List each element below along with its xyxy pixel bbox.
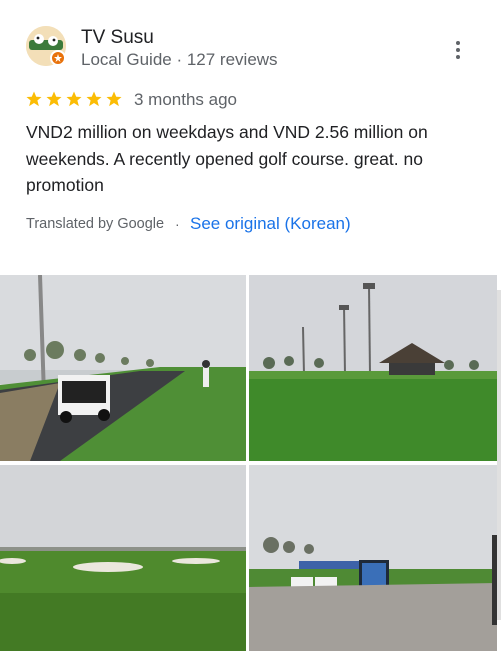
scrollbar[interactable] [497,290,501,620]
more-options-icon[interactable] [448,36,468,64]
review-date: 3 months ago [134,90,238,109]
review-text: VND2 million on weekdays and VND 2.56 mi… [26,122,428,195]
review-card: TV Susu Local Guide · 127 reviews 3 mont… [0,0,501,672]
photo-grid [0,275,501,672]
review-photo-3[interactable] [0,465,246,651]
reviewer-name[interactable]: TV Susu [81,27,154,49]
review-photo-2[interactable] [249,275,497,461]
review-photo-4[interactable] [249,465,497,651]
translated-label: Translated by Google [26,216,165,232]
star-icon [46,91,62,107]
separator-dot: · [175,216,180,232]
review-photo-1[interactable] [0,275,246,461]
star-icon [66,91,82,107]
star-icon [106,91,122,107]
star-icon [26,91,42,107]
star-rating [25,90,123,110]
local-guide-badge-icon [50,50,66,66]
reviewer-meta[interactable]: Local Guide · 127 reviews [81,50,278,70]
star-icon [86,91,102,107]
see-original-link[interactable]: See original (Korean) [190,214,351,234]
